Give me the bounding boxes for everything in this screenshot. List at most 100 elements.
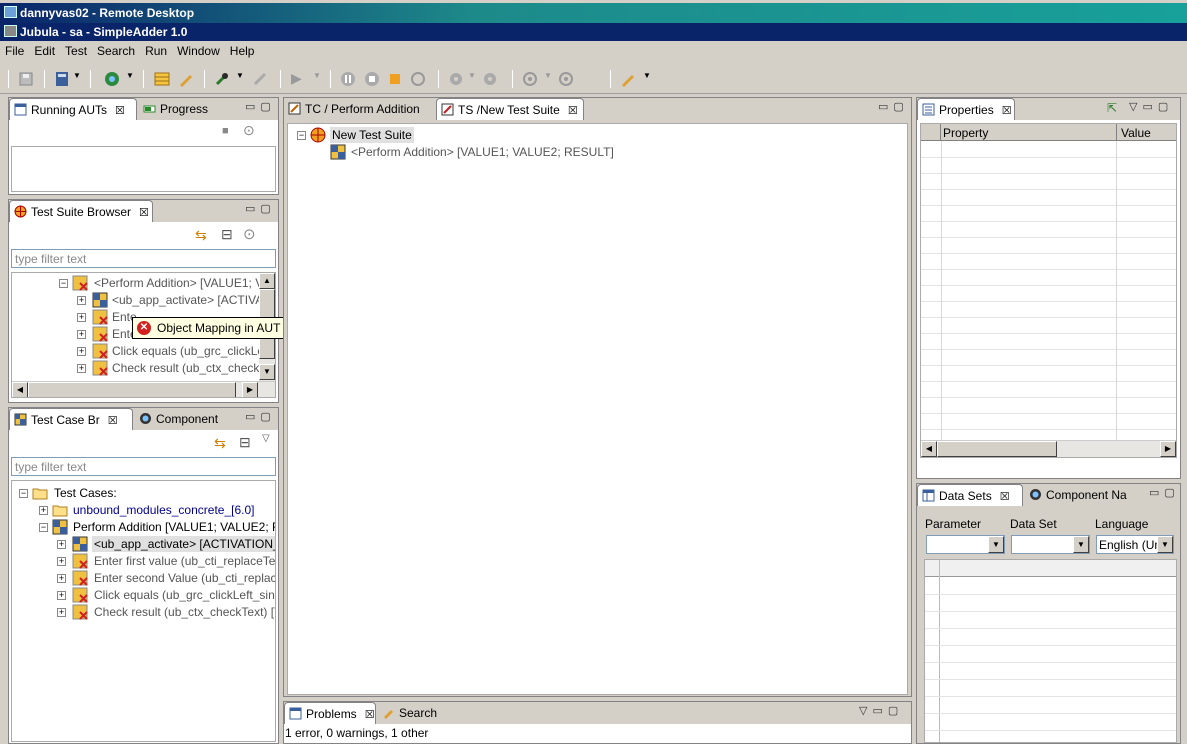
menu-help[interactable]: Help [225,41,260,58]
stop-icon[interactable]: ■ [222,125,229,137]
tree-item[interactable]: + Check result (ub_ctx_checkTe: [12,360,275,377]
close-icon[interactable]: ☒ [1000,491,1010,503]
horizontal-scrollbar[interactable]: ◀ ▶ [12,381,275,397]
tab-tc-perform-addition[interactable]: TC / Perform Addition [284,98,434,120]
gear-icon[interactable] [448,71,464,87]
grid-line [921,413,1176,414]
menu-test[interactable]: Test [60,41,92,58]
target-icon[interactable] [522,71,538,87]
run-icon[interactable]: ⊙ [243,225,256,243]
tree-item[interactable]: + <ub_app_activate> [ACTIVATION_MI [12,536,275,553]
tree-item[interactable]: <Perform Addition> [VALUE1; VALUE2; RESU… [288,144,688,161]
menu-window[interactable]: Window [172,41,225,58]
run-icon[interactable]: ▶ [291,70,302,87]
globe-icon[interactable] [104,71,120,87]
filter-input[interactable]: type filter text [11,249,276,268]
chevron-down-icon[interactable]: ▼ [236,71,244,80]
parameter-select[interactable]: ▼ [926,535,1005,554]
tree-item[interactable]: + Enter second Value (ub_cti_replaceTe [12,570,275,587]
running-auts-list[interactable] [11,146,276,192]
close-icon[interactable]: ☒ [139,207,149,219]
label-parameter: Parameter [925,517,982,531]
pencil-icon[interactable] [620,71,636,87]
tab-properties[interactable]: Properties ☒ [917,98,1015,120]
chevron-down-icon[interactable]: ▼ [73,71,81,80]
table-icon[interactable] [154,71,170,87]
tab-running-auts[interactable]: Running AUTs ☒ [9,98,137,120]
chevron-down-icon: ▼ [1073,536,1089,553]
calculator-icon[interactable] [54,71,70,87]
menu-edit[interactable]: Edit [29,41,60,58]
tree-item[interactable]: −Perform Addition [VALUE1; VALUE2; RESU [12,519,275,536]
step-icon[interactable] [388,71,404,87]
link-icon[interactable]: ⇆ [195,227,207,244]
tab-search[interactable]: Search [378,702,450,724]
tab-component-names[interactable]: Component Na [1025,484,1137,506]
minimize-maximize-icon[interactable]: ▭▢ [1149,486,1180,499]
view-menu-minimize-maximize-icon[interactable]: ▽▭▢ [859,704,903,717]
collapse-all-icon[interactable]: ⊟ [221,226,233,243]
collapse-all-icon[interactable]: ⊟ [239,434,251,451]
horizontal-scrollbar[interactable]: ◀ ▶ [921,440,1176,457]
tree-item[interactable]: − New Test Suite [288,127,688,144]
minimize-maximize-icon[interactable]: ▭▢ [245,410,276,423]
language-select[interactable]: English (Unit ▼ [1096,535,1174,554]
target-icon[interactable] [558,71,574,87]
link-icon[interactable]: ⇆ [214,435,226,452]
grid-line [925,645,1176,646]
menu-search[interactable]: Search [92,41,140,58]
running-auts-view: Running AUTs ☒ Progress ▭▢ ■ ⊙ [8,97,279,195]
minimize-maximize-icon[interactable]: ▭▢ [245,100,276,113]
tree-item[interactable]: + Enter first value (ub_cti_replaceText) [12,553,275,570]
tree-item[interactable]: − <Perform Addition> [VALUE1; VAL [12,275,275,292]
close-icon[interactable]: ☒ [568,105,578,117]
minimize-maximize-icon[interactable]: ▭▢ [878,100,909,113]
tab-progress[interactable]: Progress [139,98,223,120]
pin-icon[interactable]: ⇱ [1107,101,1117,115]
tree-item[interactable]: + <ub_app_activate> [ACTIVAT [12,292,272,309]
chevron-down-icon[interactable]: ▼ [126,71,134,80]
tree-item[interactable]: − Test Cases: [12,485,275,502]
pause-icon[interactable] [340,71,356,87]
gear-icon[interactable] [482,71,498,87]
tree-item[interactable]: + Click equals (ub_grc_clickLeft_s [12,343,275,360]
grid-line [921,429,1176,430]
disconnect-icon[interactable] [252,71,268,87]
chevron-down-icon[interactable]: ▼ [313,71,321,80]
debug-icon[interactable] [410,71,426,87]
tab-test-suite-browser[interactable]: Test Suite Browser ☒ [9,200,153,222]
view-menu-icon[interactable]: ▽ [262,433,270,444]
close-icon[interactable]: ☒ [115,105,125,117]
tab-ts-new-test-suite[interactable]: TS /New Test Suite ☒ [436,98,584,120]
column-header-property[interactable]: Property [943,126,988,140]
close-icon[interactable]: ☒ [1002,105,1012,117]
run-icon[interactable]: ⊙ [243,122,255,139]
tree-item[interactable]: + Click equals (ub_grc_clickLeft_single) [12,587,275,604]
column-header-value[interactable]: Value [1121,126,1151,140]
menu-file[interactable]: File [0,41,29,58]
grid-line [939,560,940,742]
data-sets-table[interactable] [924,559,1177,743]
close-icon[interactable]: ☒ [365,709,375,721]
filter-input[interactable]: type filter text [11,457,276,476]
tab-component[interactable]: Component [135,408,231,430]
tree-item[interactable]: +Check result (ub_ctx_checkText) [TEX [12,604,275,621]
menu-run[interactable]: Run [140,41,172,58]
tab-test-case-browser[interactable]: Test Case Br ☒ [9,408,133,430]
tab-data-sets[interactable]: Data Sets ☒ [917,484,1023,506]
chevron-down-icon[interactable]: ▼ [468,71,476,80]
close-icon[interactable]: ☒ [108,415,118,427]
tab-problems[interactable]: Problems ☒ [284,702,376,724]
view-menu-minimize-maximize-icon[interactable]: ▽▭▢ [1129,100,1173,113]
tree-item[interactable]: + unbound_modules_concrete_[6.0] [12,502,275,519]
data-set-select[interactable]: ▼ [1011,535,1090,554]
save-icon[interactable] [18,71,34,87]
grid-line [925,628,1176,629]
label-language: Language [1095,517,1149,531]
pencil-icon[interactable] [178,71,194,87]
stop-icon[interactable] [364,71,380,87]
minimize-maximize-icon[interactable]: ▭▢ [245,202,276,215]
chevron-down-icon[interactable]: ▼ [544,71,552,80]
connect-icon[interactable] [214,71,230,87]
chevron-down-icon[interactable]: ▼ [643,71,651,80]
